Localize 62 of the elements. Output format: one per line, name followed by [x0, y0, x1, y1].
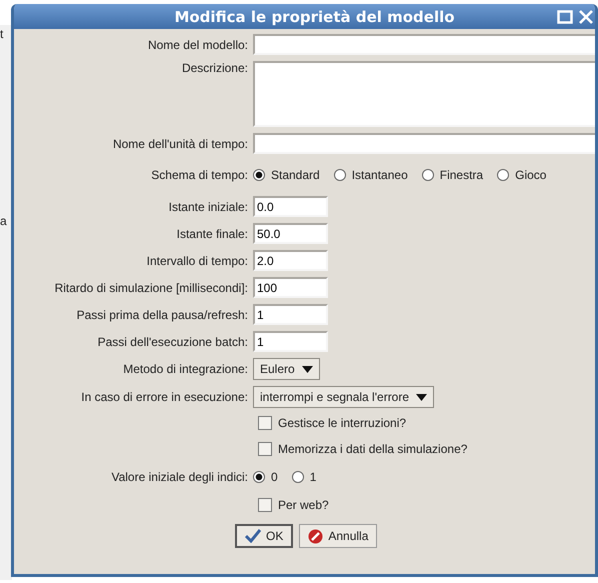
field-label: Metodo di integrazione:	[122, 362, 248, 376]
text-field[interactable]: 100	[253, 277, 328, 298]
field-label: Istante iniziale:	[168, 200, 248, 214]
radio-option[interactable]: Finestra	[422, 168, 484, 182]
text-field[interactable]	[253, 133, 595, 154]
radio-option[interactable]: Standard	[253, 168, 320, 182]
radio-label: Standard	[271, 168, 320, 182]
checkbox[interactable]: Gestisce le interruzioni?	[258, 416, 595, 430]
field-label: In caso di errore in esecuzione:	[80, 390, 248, 404]
caret-icon	[302, 366, 313, 372]
stop-icon	[308, 528, 324, 544]
checkbox-label: Memorizza i dati della simulazione?	[278, 442, 468, 456]
checkbox-label: Per web?	[278, 498, 329, 512]
text-field[interactable]: 0.0	[253, 196, 328, 217]
checkbox[interactable]: Per web?	[258, 498, 595, 512]
radio-label: Gioco	[515, 168, 546, 182]
checkbox-box[interactable]	[258, 442, 272, 456]
checkbox[interactable]: Memorizza i dati della simulazione?	[258, 442, 595, 456]
text-field[interactable]: 50.0	[253, 223, 328, 244]
text-field[interactable]: 1	[253, 331, 328, 352]
field-label: Schema di tempo:	[150, 168, 248, 182]
caret-icon	[416, 394, 428, 400]
field-label: Passi dell'esecuzione batch:	[96, 334, 248, 348]
radio-button[interactable]	[292, 471, 304, 483]
radio-label: Finestra	[440, 168, 484, 182]
checkbox-box[interactable]	[258, 416, 272, 430]
background-text: a	[0, 214, 7, 228]
background-text: t	[0, 27, 4, 41]
field-label: Descrizione:	[180, 61, 248, 75]
dropdown[interactable]: interrompi e segnala l'errore	[253, 386, 434, 408]
cancel-button[interactable]: Annulla	[299, 524, 378, 548]
checkbox-label: Gestisce le interruzioni?	[278, 416, 406, 430]
radio-button[interactable]	[253, 471, 265, 483]
radio-option[interactable]: 1	[292, 470, 316, 484]
radio-button[interactable]	[497, 169, 510, 181]
checkbox-box[interactable]	[258, 498, 272, 512]
radio-button[interactable]	[422, 169, 434, 181]
dropdown[interactable]: Eulero	[253, 358, 320, 380]
field-label: Istante finale:	[176, 226, 248, 240]
field-label: Nome del modello:	[146, 38, 248, 52]
radio-option[interactable]: Gioco	[497, 168, 546, 182]
field-label: Valore iniziale degli indici:	[110, 470, 248, 484]
radio-option[interactable]: 0	[253, 470, 278, 484]
checkmark-icon	[245, 529, 261, 543]
ok-button[interactable]: OK	[235, 524, 294, 548]
radio-label: Istantaneo	[352, 168, 408, 182]
radio-button[interactable]	[334, 169, 346, 181]
text-field[interactable]: 1	[253, 304, 328, 325]
window-title: Modifica le proprietà del modello	[174, 8, 455, 26]
radio-label: 0	[271, 470, 278, 484]
close-icon[interactable]	[579, 10, 593, 24]
field-label: Nome dell'unità di tempo:	[112, 136, 248, 150]
radio-label: 1	[310, 470, 316, 484]
maximize-icon[interactable]	[557, 10, 573, 24]
field-label: Passi prima della pausa/refresh:	[76, 308, 248, 322]
text-area[interactable]	[253, 61, 595, 127]
radio-option[interactable]: Istantaneo	[334, 168, 408, 182]
radio-button[interactable]	[253, 169, 265, 181]
field-label: Ritardo di simulazione [millisecondi]:	[54, 280, 248, 294]
text-field[interactable]	[253, 34, 595, 55]
text-field[interactable]: 2.0	[253, 250, 328, 271]
field-label: Intervallo di tempo:	[146, 254, 248, 268]
